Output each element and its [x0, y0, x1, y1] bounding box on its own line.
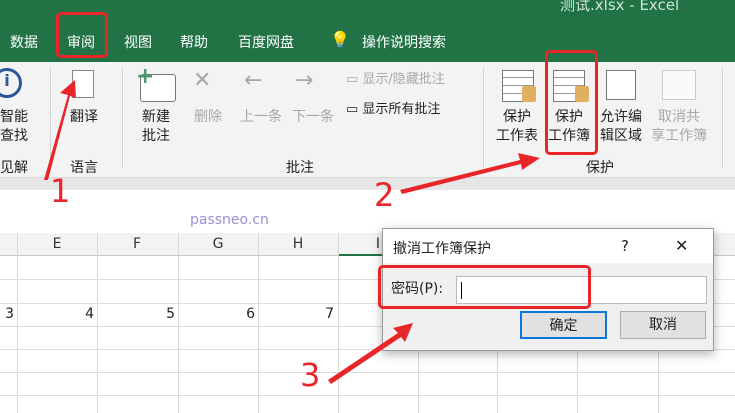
arrow-2 [400, 153, 540, 194]
annotation-number-2: 2 [374, 176, 395, 214]
arrow-1 [44, 80, 76, 180]
annotation-arrows [44, 80, 540, 384]
annotation-number-3: 3 [300, 356, 321, 394]
arrow-3 [328, 323, 413, 384]
annotation-number-1: 1 [50, 172, 71, 210]
